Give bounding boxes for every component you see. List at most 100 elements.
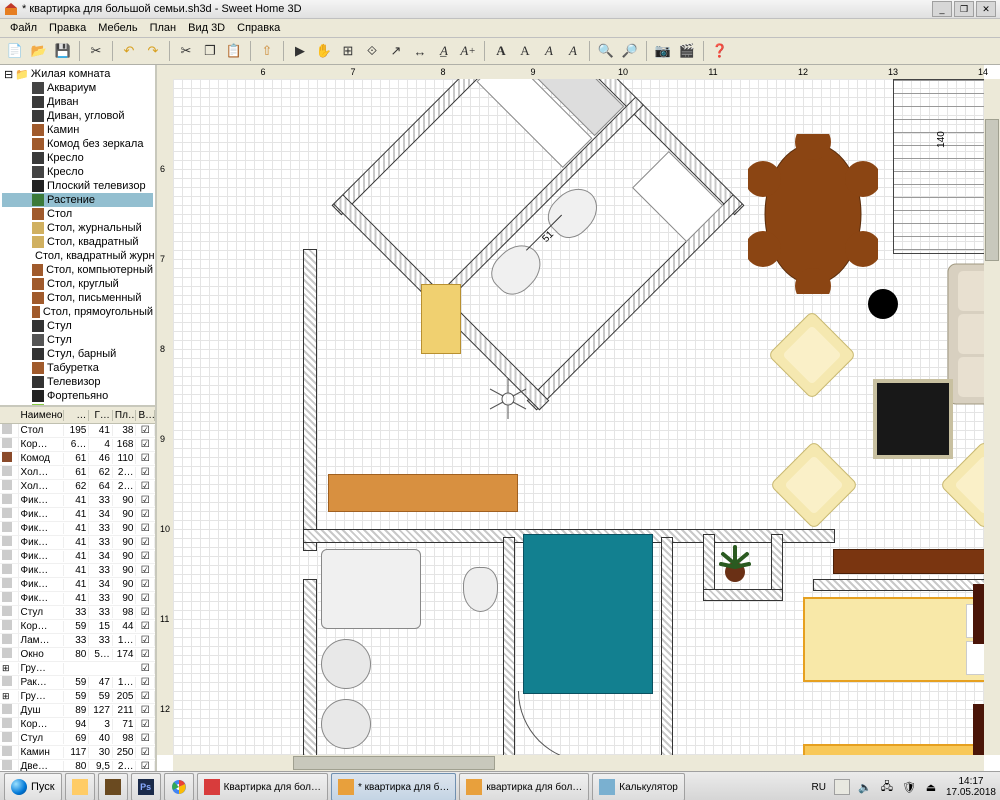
- table-row[interactable]: Фик…413390☑: [0, 536, 155, 550]
- plant[interactable]: [713, 542, 758, 587]
- visibility-checkbox[interactable]: ☑: [136, 509, 155, 520]
- room-tool-icon[interactable]: ⟐: [361, 40, 383, 62]
- table-row[interactable]: ⊞Гру…5959205☑: [0, 690, 155, 704]
- visibility-checkbox[interactable]: ☑: [136, 425, 155, 436]
- table-row[interactable]: Кор…591544☑: [0, 620, 155, 634]
- table-row[interactable]: Стол1954138☑: [0, 424, 155, 438]
- catalog-item[interactable]: Стол, квадратный: [2, 235, 153, 249]
- bed[interactable]: [803, 597, 984, 682]
- table-row[interactable]: Стул333398☑: [0, 606, 155, 620]
- table-row[interactable]: Фик…413490☑: [0, 508, 155, 522]
- open-file-icon[interactable]: 📂: [28, 40, 50, 62]
- start-button[interactable]: Пуск: [4, 773, 62, 800]
- visibility-checkbox[interactable]: ☑: [136, 607, 155, 618]
- italic-icon[interactable]: A: [562, 40, 584, 62]
- dining-table[interactable]: [748, 134, 878, 294]
- catalog-item[interactable]: Стул: [2, 319, 153, 333]
- col-visible[interactable]: В…: [136, 410, 155, 421]
- nightstand[interactable]: [973, 704, 984, 755]
- language-indicator[interactable]: RU: [811, 782, 825, 793]
- select-tool-icon[interactable]: ▶: [289, 40, 311, 62]
- visibility-checkbox[interactable]: ☑: [136, 439, 155, 450]
- cabinet[interactable]: [421, 284, 461, 354]
- quicklaunch-chrome[interactable]: [164, 773, 194, 800]
- table-row[interactable]: Фик…413390☑: [0, 564, 155, 578]
- table-row[interactable]: Кор…6…4168☑: [0, 438, 155, 452]
- new-file-icon[interactable]: 📄: [4, 40, 26, 62]
- visibility-checkbox[interactable]: ☑: [136, 677, 155, 688]
- armchair[interactable]: [763, 434, 865, 536]
- table-row[interactable]: Стул694098☑: [0, 732, 155, 746]
- table-row[interactable]: Фик…413490☑: [0, 550, 155, 564]
- video-icon[interactable]: 🎬: [676, 40, 698, 62]
- ceiling-fan-icon[interactable]: [483, 374, 533, 424]
- visibility-checkbox[interactable]: ☑: [136, 663, 155, 674]
- visibility-checkbox[interactable]: ☑: [136, 593, 155, 604]
- save-icon[interactable]: 💾: [52, 40, 74, 62]
- visibility-checkbox[interactable]: ☑: [136, 579, 155, 590]
- catalog-item[interactable]: Стол: [2, 207, 153, 221]
- visibility-checkbox[interactable]: ☑: [136, 747, 155, 758]
- table-row[interactable]: Фик…413390☑: [0, 592, 155, 606]
- col-name[interactable]: Наименова…: [19, 410, 65, 421]
- shower[interactable]: [523, 534, 653, 694]
- maximize-button[interactable]: ❐: [954, 1, 974, 17]
- coffee-table[interactable]: [873, 379, 953, 459]
- close-button[interactable]: ✕: [976, 1, 996, 17]
- floor-plan[interactable]: 67891011121314 6789101112 51: [157, 65, 1000, 771]
- catalog-item[interactable]: Диван, угловой: [2, 109, 153, 123]
- redo-icon[interactable]: ↷: [142, 40, 164, 62]
- minimize-button[interactable]: _: [932, 1, 952, 17]
- menu-furniture[interactable]: Мебель: [92, 22, 143, 34]
- table-row[interactable]: Лам…33331…☑: [0, 634, 155, 648]
- visibility-checkbox[interactable]: ☑: [136, 733, 155, 744]
- visibility-checkbox[interactable]: ☑: [136, 719, 155, 730]
- table-row[interactable]: Кор…94371☑: [0, 718, 155, 732]
- network-icon[interactable]: 🖧: [880, 780, 894, 794]
- table-row[interactable]: Окно805…174☑: [0, 648, 155, 662]
- menu-help[interactable]: Справка: [231, 22, 286, 34]
- pan-tool-icon[interactable]: ✋: [313, 40, 335, 62]
- visibility-checkbox[interactable]: ☑: [136, 453, 155, 464]
- table-row[interactable]: ⊞Гру…☑: [0, 662, 155, 676]
- visibility-checkbox[interactable]: ☑: [136, 705, 155, 716]
- catalog-item[interactable]: Стол, круглый: [2, 277, 153, 291]
- text-plus-icon[interactable]: A+: [457, 40, 479, 62]
- table-row[interactable]: Камин11730250☑: [0, 746, 155, 760]
- bathtub[interactable]: [321, 549, 421, 629]
- horizontal-scrollbar[interactable]: [173, 755, 984, 771]
- visibility-checkbox[interactable]: ☑: [136, 691, 155, 702]
- washer[interactable]: [321, 639, 371, 689]
- paste-icon[interactable]: 📋: [223, 40, 245, 62]
- add-furniture-icon[interactable]: ⇧: [256, 40, 278, 62]
- table-row[interactable]: Хол…61622…☑: [0, 466, 155, 480]
- wall-tool-icon[interactable]: ⊞: [337, 40, 359, 62]
- cut-icon[interactable]: ✂: [175, 40, 197, 62]
- taskbar-app[interactable]: * квартирка для б…: [331, 773, 456, 800]
- catalog-item[interactable]: Стол, квадратный журнальный: [2, 249, 153, 263]
- catalog-item[interactable]: Камин: [2, 123, 153, 137]
- visibility-checkbox[interactable]: ☑: [136, 565, 155, 576]
- dimension-tool-icon[interactable]: ↔: [409, 40, 431, 62]
- catalog-item[interactable]: Растение: [2, 193, 153, 207]
- visibility-checkbox[interactable]: ☑: [136, 481, 155, 492]
- catalog-item[interactable]: Аквариум: [2, 81, 153, 95]
- zoom-in-icon[interactable]: 🔍: [595, 40, 617, 62]
- preferences-icon[interactable]: ✂︎: [85, 40, 107, 62]
- table-row[interactable]: Рак…59471…☑: [0, 676, 155, 690]
- taskbar-app[interactable]: квартирка для бол…: [459, 773, 589, 800]
- catalog-item[interactable]: Стул: [2, 333, 153, 347]
- furniture-list[interactable]: Наименова… … Г… Пл… В… Стол1954138☑Кор…6…: [0, 407, 155, 771]
- plan-canvas[interactable]: 51 140: [173, 79, 984, 755]
- undo-icon[interactable]: ↶: [118, 40, 140, 62]
- taskbar-app[interactable]: Калькулятор: [592, 773, 685, 800]
- av-icon[interactable]: 🛡: [902, 780, 916, 794]
- col-width[interactable]: …: [64, 410, 89, 421]
- visibility-checkbox[interactable]: ☑: [136, 495, 155, 506]
- catalog-item[interactable]: Телевизор: [2, 375, 153, 389]
- visibility-checkbox[interactable]: ☑: [136, 761, 155, 771]
- visibility-checkbox[interactable]: ☑: [136, 523, 155, 534]
- eject-icon[interactable]: ⏏: [924, 780, 938, 794]
- visibility-checkbox[interactable]: ☑: [136, 467, 155, 478]
- furniture-catalog[interactable]: ⊟ 📁 Жилая комната АквариумДиванДиван, уг…: [0, 65, 155, 407]
